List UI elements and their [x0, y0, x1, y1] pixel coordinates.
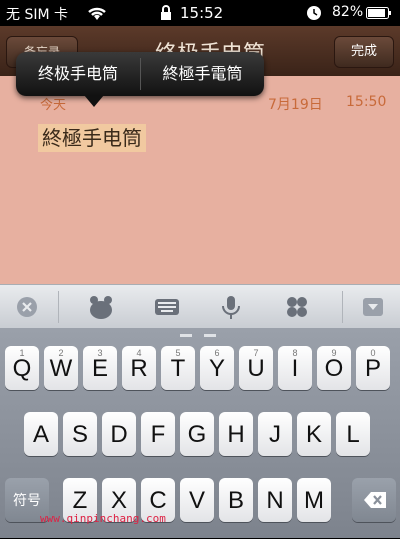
baidu-icon[interactable]: [84, 291, 118, 323]
key-j[interactable]: J: [258, 412, 292, 456]
candidate-option-simplified[interactable]: 终极手电筒: [16, 52, 140, 96]
key-p[interactable]: 0P: [356, 346, 390, 390]
keyboard: 1Q 2W 3E 4R 5T 6Y 7U 8I 9O 0P A S D F G …: [0, 328, 400, 538]
key-label: Y: [208, 355, 225, 382]
key-a[interactable]: A: [24, 412, 58, 456]
key-number-hint: 2: [58, 348, 64, 358]
keyboard-handle: [180, 334, 216, 337]
clear-icon[interactable]: [10, 291, 44, 323]
hide-keyboard-icon[interactable]: [356, 291, 390, 323]
key-w[interactable]: 2W: [44, 346, 78, 390]
backspace-key[interactable]: [352, 478, 396, 522]
keyboard-toolbar: [0, 284, 400, 329]
toolbar-divider: [58, 291, 59, 323]
candidate-option-traditional[interactable]: 終極手電筒: [141, 52, 264, 96]
key-number-hint: 0: [370, 348, 376, 358]
key-label: O: [324, 355, 344, 382]
keyboard-icon[interactable]: [150, 291, 184, 323]
done-button[interactable]: 完成: [334, 36, 394, 68]
key-label: Q: [12, 355, 32, 382]
note-day: 今天: [40, 98, 67, 113]
key-number-hint: 6: [214, 348, 220, 358]
note-time: 15:50: [346, 94, 387, 110]
key-k[interactable]: K: [297, 412, 331, 456]
apps-icon[interactable]: [280, 291, 314, 323]
key-i[interactable]: 8I: [278, 346, 312, 390]
key-h[interactable]: H: [219, 412, 253, 456]
key-label: W: [49, 355, 73, 382]
key-u[interactable]: 7U: [239, 346, 273, 390]
note-text[interactable]: 終極手电筒: [38, 124, 146, 152]
note-date: 7月19日: [268, 97, 323, 113]
key-e[interactable]: 3E: [83, 346, 117, 390]
key-label: I: [291, 355, 299, 382]
key-n[interactable]: N: [258, 478, 292, 522]
status-time: 15:52: [180, 4, 224, 22]
key-b[interactable]: B: [219, 478, 253, 522]
battery-icon: [366, 7, 392, 19]
status-bar: 无 SIM 卡 15:52 82%: [0, 0, 400, 26]
microphone-icon[interactable]: [214, 291, 248, 323]
key-label: T: [170, 355, 186, 382]
carrier-label: 无 SIM 卡: [6, 7, 68, 23]
alarm-icon: [306, 5, 322, 21]
candidate-popup: 终极手电筒 終極手電筒: [16, 52, 264, 96]
key-d[interactable]: D: [102, 412, 136, 456]
toolbar-divider: [342, 291, 343, 323]
key-number-hint: 8: [292, 348, 298, 358]
key-number-hint: 1: [19, 348, 25, 358]
backspace-icon: [364, 492, 386, 508]
key-label: R: [130, 355, 148, 382]
key-label: P: [364, 355, 381, 382]
key-f[interactable]: F: [141, 412, 175, 456]
key-number-hint: 4: [136, 348, 142, 358]
key-label: E: [91, 355, 108, 382]
key-r[interactable]: 4R: [122, 346, 156, 390]
watermark: www.qinpinchang.com: [40, 512, 166, 525]
key-v[interactable]: V: [180, 478, 214, 522]
popup-pointer: [84, 95, 104, 107]
key-o[interactable]: 9O: [317, 346, 351, 390]
key-t[interactable]: 5T: [161, 346, 195, 390]
key-number-hint: 5: [175, 348, 181, 358]
key-number-hint: 7: [253, 348, 259, 358]
key-y[interactable]: 6Y: [200, 346, 234, 390]
lock-icon: [160, 5, 172, 21]
battery-percent: 82%: [332, 4, 364, 20]
key-g[interactable]: G: [180, 412, 214, 456]
key-label: U: [247, 355, 265, 382]
key-number-hint: 9: [331, 348, 337, 358]
key-m[interactable]: M: [297, 478, 331, 522]
key-number-hint: 3: [97, 348, 103, 358]
key-l[interactable]: L: [336, 412, 370, 456]
key-s[interactable]: S: [63, 412, 97, 456]
wifi-icon: [86, 4, 108, 22]
key-q[interactable]: 1Q: [5, 346, 39, 390]
